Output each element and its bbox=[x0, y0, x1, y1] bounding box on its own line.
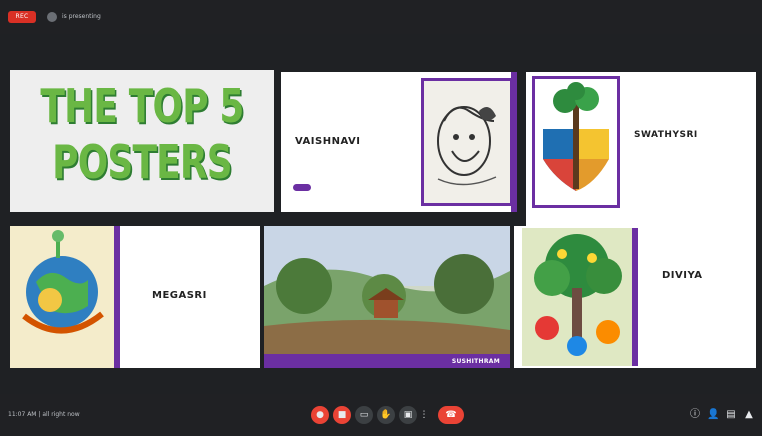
presenting-status: is presenting bbox=[62, 13, 101, 20]
colorful-tree-art-icon bbox=[522, 228, 632, 366]
megasri-poster bbox=[10, 226, 120, 368]
presenter-avatar-icon bbox=[47, 12, 57, 22]
end-call-icon[interactable]: ☎ bbox=[438, 406, 464, 424]
present-icon[interactable]: ▣ bbox=[399, 406, 417, 424]
vaishnavi-poster bbox=[421, 78, 511, 206]
title-slide: THE TOP 5 POSTERS bbox=[10, 70, 274, 212]
slide-title-line1: THE TOP 5 bbox=[40, 79, 244, 133]
slide-title-line2: POSTERS bbox=[52, 135, 232, 189]
megasri-name: MEGASRI bbox=[152, 290, 207, 301]
earth-hands-art-icon bbox=[22, 230, 104, 334]
caption-bar: SUSHITHRAM bbox=[264, 354, 510, 368]
meeting-top-bar: REC is presenting bbox=[0, 0, 762, 34]
slide-pill bbox=[293, 184, 311, 191]
recording-badge: REC bbox=[8, 11, 36, 23]
swathysri-name: SWATHYSRI bbox=[634, 130, 698, 140]
activities-icon[interactable]: ▲ bbox=[743, 409, 755, 421]
meeting-controls-bar: 11:07 AM | all right now ● ■ ▭ ✋ ▣ ⋮ ☎ ⓘ… bbox=[0, 394, 762, 436]
vaishnavi-slide: VAISHNAVI bbox=[281, 72, 517, 212]
tree-shield-art-icon bbox=[543, 82, 609, 191]
more-icon[interactable]: ⋮ bbox=[418, 406, 430, 424]
captions-icon[interactable]: ▭ bbox=[355, 406, 373, 424]
landscape-caption: SUSHITHRAM bbox=[451, 358, 500, 365]
presentation-stage: THE TOP 5 POSTERS VAISHNAVI SWATHYSRI ME… bbox=[0, 34, 762, 394]
swathysri-slide: SWATHYSRI bbox=[526, 72, 756, 240]
megasri-slide: MEGASRI bbox=[10, 226, 260, 368]
vaishnavi-name: VAISHNAVI bbox=[295, 136, 361, 147]
people-icon[interactable]: 👤 bbox=[707, 409, 719, 421]
landscape-slide: SUSHITHRAM bbox=[264, 226, 510, 368]
info-icon[interactable]: ⓘ bbox=[689, 409, 701, 421]
chat-icon[interactable]: ▤ bbox=[725, 409, 737, 421]
diviya-slide: DIVIYA bbox=[514, 226, 756, 368]
diviya-poster bbox=[522, 228, 638, 366]
slide-title: THE TOP 5 POSTERS bbox=[39, 78, 245, 190]
meeting-time-info: 11:07 AM | all right now bbox=[8, 411, 80, 418]
hand-icon[interactable]: ✋ bbox=[377, 406, 395, 424]
landscape-art-icon bbox=[264, 226, 510, 356]
mic-icon[interactable]: ● bbox=[311, 406, 329, 424]
diviya-name: DIVIYA bbox=[662, 270, 703, 281]
swathysri-poster bbox=[532, 76, 620, 208]
camera-icon[interactable]: ■ bbox=[333, 406, 351, 424]
sketch-art-icon bbox=[437, 106, 497, 186]
